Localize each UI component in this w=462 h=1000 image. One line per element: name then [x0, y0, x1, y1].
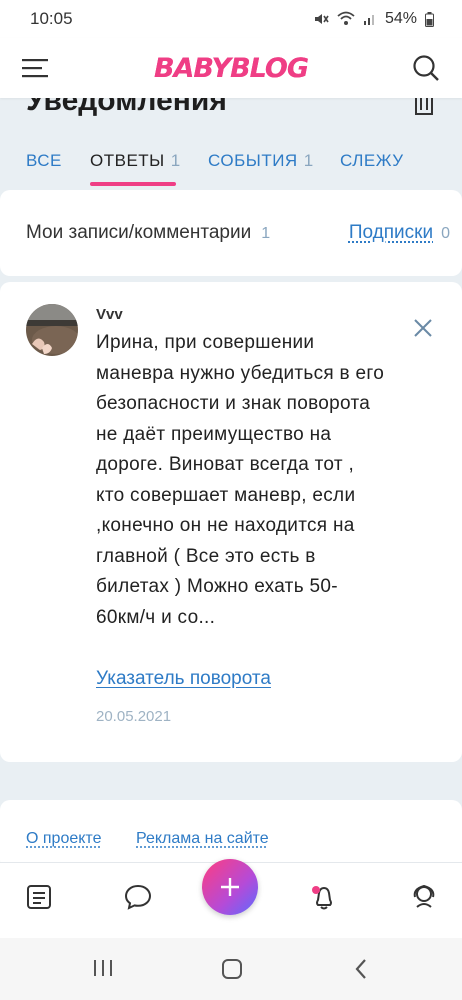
- filter-my-posts-label: Мои записи/комментарии: [26, 222, 252, 243]
- status-time: 10:05: [30, 9, 73, 28]
- notification-card: Vvv Ирина, при совершении маневра нужно …: [0, 282, 462, 762]
- profile-icon[interactable]: [410, 883, 438, 911]
- tab-following[interactable]: СЛЕЖУ: [340, 140, 404, 186]
- battery-icon: [425, 11, 434, 27]
- recents-icon[interactable]: [92, 958, 114, 978]
- tab-label: СЛЕЖУ: [340, 151, 404, 170]
- page-title-area: Уведомления: [0, 98, 462, 122]
- notification-date: 20.05.2021: [96, 708, 172, 725]
- tab-events[interactable]: СОБЫТИЯ 1: [208, 140, 314, 186]
- tab-count: 1: [170, 151, 181, 170]
- signal-icon: [363, 15, 374, 25]
- chat-icon[interactable]: [124, 883, 152, 911]
- battery-percent: 54%: [384, 10, 417, 27]
- tab-label: ВСЕ: [26, 151, 62, 170]
- about-link[interactable]: О проекте: [26, 830, 101, 848]
- author-name[interactable]: Vvv: [96, 306, 123, 323]
- tabs: ВСЕ ОТВЕТЫ 1 СОБЫТИЯ 1 СЛЕЖУ: [0, 140, 462, 190]
- babyblog-logo[interactable]: BABYBLOG: [154, 53, 309, 84]
- filter-subscriptions-label: Подписки: [348, 222, 434, 243]
- status-bar: 10:05 54%: [0, 0, 462, 38]
- active-tab-indicator: [90, 182, 176, 186]
- filter-subscriptions[interactable]: Подписки 0: [349, 222, 450, 244]
- wifi-icon: [337, 11, 355, 25]
- status-icons: 54%: [313, 10, 434, 28]
- home-icon[interactable]: [221, 958, 243, 980]
- tab-replies[interactable]: ОТВЕТЫ 1: [90, 140, 180, 186]
- avatar[interactable]: [26, 304, 78, 356]
- back-icon[interactable]: [354, 958, 368, 980]
- filter-card: Мои записи/комментарии 1 Подписки 0: [0, 190, 462, 276]
- page-title: Уведомления: [26, 98, 227, 117]
- filter-my-posts-count: 1: [261, 225, 271, 242]
- system-nav: [0, 938, 462, 1000]
- app-header: BABYBLOG: [0, 38, 462, 98]
- notification-text: Ирина, при совершении маневра нужно убед…: [96, 332, 385, 628]
- tab-label: ОТВЕТЫ: [90, 151, 165, 170]
- search-icon[interactable]: [412, 54, 440, 82]
- bottom-nav: [0, 859, 462, 938]
- trash-icon[interactable]: [414, 98, 434, 116]
- close-icon[interactable]: [413, 318, 433, 338]
- post-link[interactable]: Указатель поворота: [96, 668, 271, 690]
- mute-icon: [314, 14, 329, 24]
- advertising-link[interactable]: Реклама на сайте: [136, 830, 269, 848]
- filter-subscriptions-count: 0: [441, 225, 450, 242]
- notifications-icon[interactable]: [310, 883, 338, 911]
- tab-count: 1: [303, 151, 314, 170]
- tab-all[interactable]: ВСЕ: [26, 140, 62, 186]
- hamburger-icon[interactable]: [22, 57, 50, 79]
- filter-my-posts[interactable]: Мои записи/комментарии 1: [26, 222, 270, 244]
- tab-label: СОБЫТИЯ: [208, 151, 298, 170]
- add-icon: [221, 878, 239, 896]
- add-button[interactable]: [202, 859, 258, 915]
- feed-icon[interactable]: [25, 883, 53, 911]
